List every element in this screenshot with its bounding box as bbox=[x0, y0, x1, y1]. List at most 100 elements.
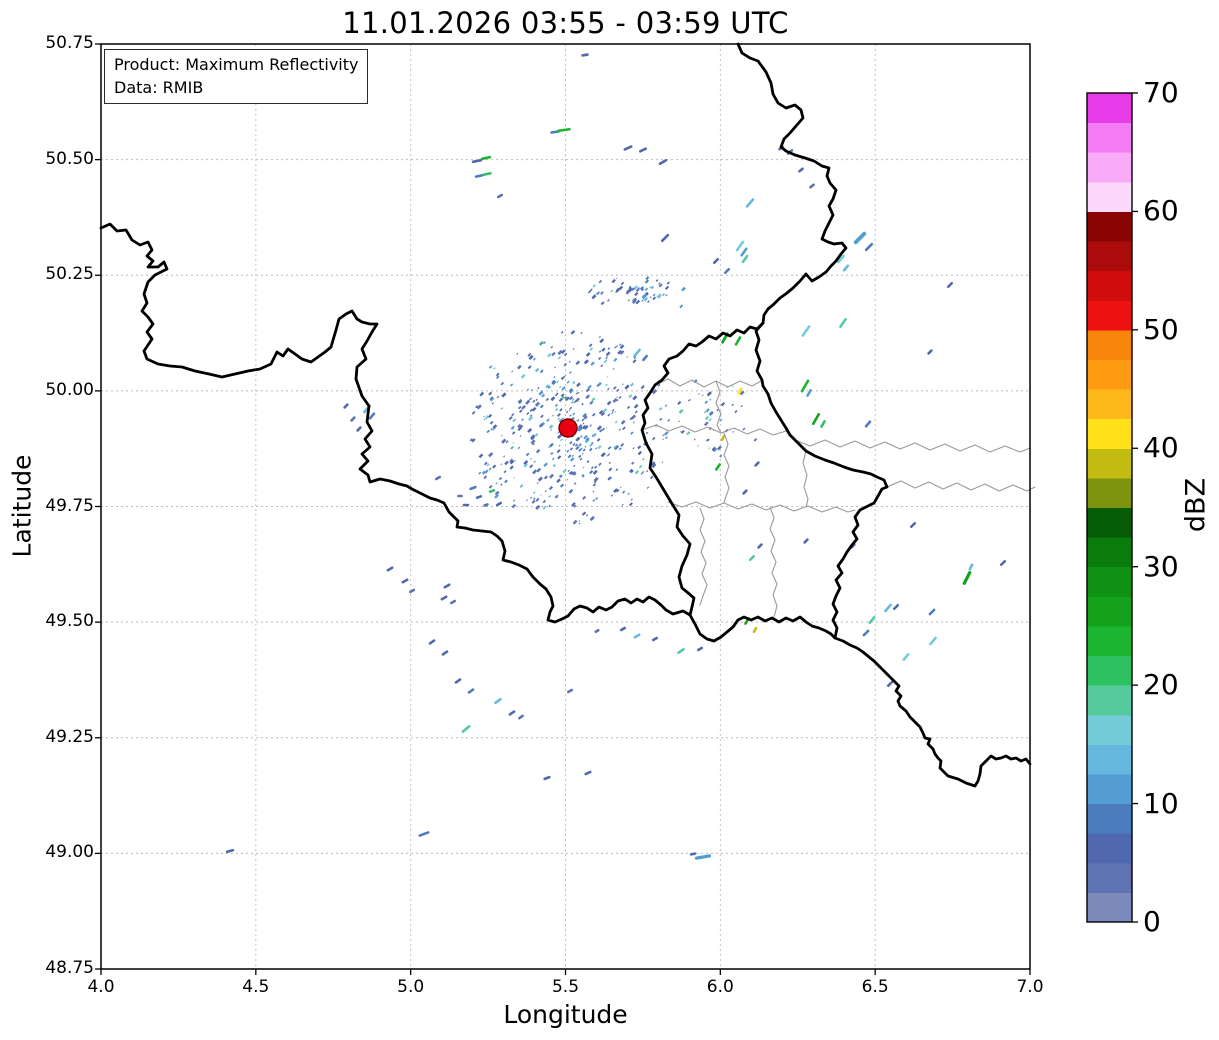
echo-speckle bbox=[560, 349, 566, 355]
echo-speckle bbox=[500, 463, 503, 466]
echo-streak bbox=[884, 603, 892, 613]
echo-speckle bbox=[504, 479, 508, 484]
country-border-belgium_germany bbox=[736, 42, 848, 325]
echo-streak bbox=[475, 495, 483, 499]
echo-speckle bbox=[590, 361, 595, 366]
echo-streak bbox=[801, 325, 811, 337]
echo-speckle bbox=[557, 431, 560, 434]
echo-streak bbox=[712, 257, 720, 265]
echo-speckle bbox=[512, 499, 516, 502]
echo-speckle bbox=[580, 435, 583, 438]
echo-speckle bbox=[548, 495, 551, 498]
echo-speckle bbox=[532, 399, 536, 403]
echo-speckle bbox=[621, 383, 624, 386]
echo-speckle bbox=[620, 281, 625, 286]
echo-speckle bbox=[569, 441, 573, 445]
echo-speckle bbox=[509, 383, 514, 387]
echo-speckle bbox=[534, 367, 540, 373]
echo-speckle bbox=[588, 343, 593, 348]
colorbar-band bbox=[1087, 93, 1132, 124]
echo-speckle bbox=[589, 469, 594, 475]
echo-streak bbox=[343, 403, 349, 409]
echo-speckle bbox=[753, 438, 758, 442]
echo-streak bbox=[868, 616, 876, 624]
echo-speckle bbox=[600, 301, 605, 306]
echo-speckle bbox=[559, 386, 562, 388]
echo-speckle bbox=[519, 409, 523, 413]
echo-speckle bbox=[600, 452, 606, 458]
colorbar-band bbox=[1087, 566, 1132, 597]
colorbar-tick-label: 30 bbox=[1143, 549, 1179, 583]
echo-speckle bbox=[548, 485, 554, 491]
echo-speckle bbox=[607, 413, 611, 417]
echo-speckle bbox=[548, 424, 554, 429]
colorbar-band bbox=[1087, 862, 1132, 893]
echo-speckle bbox=[634, 410, 638, 414]
echo-streak bbox=[651, 636, 659, 642]
echo-speckle bbox=[526, 411, 530, 416]
echo-speckle bbox=[578, 454, 582, 459]
echo-speckle bbox=[614, 411, 616, 414]
echo-speckle bbox=[510, 425, 515, 430]
echo-speckle bbox=[637, 450, 643, 456]
country-border-luxembourg_germany bbox=[754, 321, 889, 640]
echo-speckle bbox=[583, 359, 589, 365]
echo-speckle bbox=[568, 409, 571, 412]
echo-speckle bbox=[546, 353, 552, 358]
echo-streak bbox=[550, 130, 560, 134]
echo-speckle bbox=[488, 413, 493, 418]
echo-speckle bbox=[652, 293, 656, 297]
echo-speckle bbox=[552, 464, 556, 467]
echo-streak bbox=[633, 348, 641, 358]
y-tick-label: 49.75 bbox=[45, 495, 94, 516]
echo-speckle bbox=[557, 455, 562, 460]
echo-speckle bbox=[567, 454, 572, 459]
echo-speckle bbox=[566, 478, 569, 481]
echo-speckle bbox=[511, 503, 516, 509]
colorbar-band bbox=[1087, 744, 1132, 775]
colorbar-tick-label: 10 bbox=[1143, 786, 1179, 820]
region-border-de_district_1 bbox=[794, 439, 1031, 453]
echo-speckle bbox=[650, 286, 654, 290]
echo-speckle bbox=[483, 415, 486, 418]
echo-speckle bbox=[605, 383, 608, 387]
echo-speckle bbox=[478, 453, 484, 459]
echo-speckle bbox=[659, 417, 663, 421]
echo-speckle bbox=[644, 287, 649, 291]
echo-speckle bbox=[525, 399, 531, 405]
echo-streak bbox=[754, 461, 760, 467]
product-info-box: Product: Maximum Reflectivity Data: RMIB bbox=[104, 49, 369, 104]
echo-speckle bbox=[585, 352, 591, 357]
echo-speckle bbox=[703, 421, 709, 427]
echo-speckle bbox=[584, 445, 587, 448]
colorbar-tick-label: 0 bbox=[1143, 905, 1161, 938]
echo-streak bbox=[581, 53, 589, 57]
echo-speckle bbox=[568, 488, 574, 494]
y-tick-label: 48.75 bbox=[45, 958, 94, 978]
echo-speckle bbox=[662, 293, 665, 296]
echo-streak bbox=[748, 554, 756, 562]
echo-speckle bbox=[706, 391, 712, 397]
echo-speckle bbox=[521, 405, 526, 410]
echo-speckle bbox=[596, 437, 601, 442]
echo-speckle bbox=[634, 470, 639, 475]
echo-speckle bbox=[566, 380, 570, 384]
echo-streak bbox=[734, 336, 742, 346]
echo-speckle bbox=[589, 347, 594, 352]
echo-speckle bbox=[658, 407, 663, 411]
map-plot-canvas bbox=[95, 42, 1138, 975]
echo-speckle bbox=[562, 468, 567, 474]
echo-speckle bbox=[740, 405, 743, 408]
echo-speckle bbox=[610, 494, 614, 497]
echo-speckle bbox=[628, 394, 633, 399]
echo-speckle bbox=[708, 418, 712, 422]
echo-streak bbox=[864, 242, 874, 252]
echo-speckle bbox=[679, 304, 684, 309]
echo-speckle bbox=[608, 467, 613, 472]
echo-speckle bbox=[646, 470, 649, 473]
echo-streak bbox=[737, 387, 743, 395]
echo-streak bbox=[488, 489, 496, 493]
radar-figure: 11.01.2026 03:55 - 03:59 UTC Product: Ma… bbox=[0, 0, 1219, 1040]
echo-speckle bbox=[496, 395, 500, 399]
echo-speckle bbox=[732, 431, 735, 433]
